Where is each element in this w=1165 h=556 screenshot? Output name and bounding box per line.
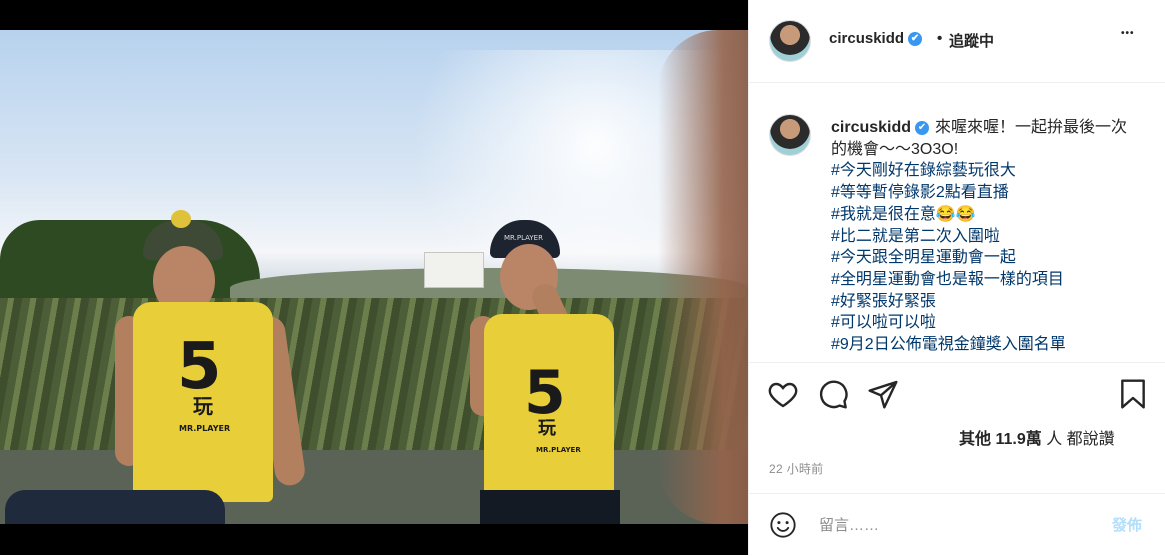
- shorts: [5, 490, 225, 524]
- shirt-glyph: 玩: [193, 394, 213, 418]
- comment-input[interactable]: 留言……: [819, 514, 879, 535]
- bookmark-icon[interactable]: [1117, 378, 1149, 410]
- more-options-icon[interactable]: •••: [1121, 28, 1135, 39]
- hashtag-link[interactable]: #等等暫停錄影2點看直播: [831, 182, 1136, 204]
- avatar[interactable]: [769, 20, 811, 62]
- post-side-panel: circuskidd ✔ • 追蹤中 ••• circuskidd ✔ 來喔來喔！一起…: [748, 0, 1165, 555]
- comment-icon[interactable]: [817, 378, 849, 410]
- hashtag-link[interactable]: #我就是很在意😂😂: [831, 204, 1136, 226]
- verified-badge-icon: ✔: [915, 120, 930, 135]
- hashtag-link[interactable]: #今天剛好在錄綜藝玩很大: [831, 160, 1136, 182]
- heart-icon[interactable]: [767, 378, 799, 410]
- hashtag-link[interactable]: #可以啦可以啦: [831, 312, 1136, 334]
- likes-summary[interactable]: 其他 11.9萬 人 都說讚: [959, 425, 1115, 449]
- cap-text: MR.PLAYER: [504, 234, 543, 242]
- comment-bar: 留言…… 發佈: [749, 493, 1165, 556]
- post-timestamp[interactable]: 22 小時前: [769, 460, 823, 477]
- shirt-glyph: 玩: [538, 418, 556, 439]
- shirt-brand: MR.PLAYER: [179, 424, 231, 433]
- shirt-brand: MR.PLAYER: [536, 446, 581, 454]
- verified-badge-icon: ✔: [908, 32, 923, 47]
- following-button[interactable]: 追蹤中: [949, 30, 994, 51]
- post-media[interactable]: 5 玩 MR.PLAYER MR.PLAYER 5 玩 MR.PLAYER: [0, 0, 748, 555]
- caption-username[interactable]: circuskidd: [831, 119, 911, 136]
- hashtag-link[interactable]: #比二就是第二次入圍啦: [831, 226, 1136, 248]
- post-photo: 5 玩 MR.PLAYER MR.PLAYER 5 玩 MR.PLAYER: [0, 30, 748, 524]
- dot-separator: •: [937, 30, 943, 47]
- hashtag-link[interactable]: #好緊張好緊張: [831, 291, 1136, 313]
- hashtag-link[interactable]: #9月2日公佈電視金鐘獎入圍名單: [831, 334, 1136, 356]
- post-header: circuskidd ✔ • 追蹤中 •••: [749, 0, 1165, 83]
- likes-prefix: 其他: [959, 431, 992, 448]
- yellow-tank-top: 5 玩 MR.PLAYER: [133, 302, 273, 502]
- hashtag-link[interactable]: #全明星運動會也是報一樣的項目: [831, 269, 1136, 291]
- hat-ornament: [171, 210, 191, 228]
- header-username[interactable]: circuskidd ✔: [829, 30, 923, 47]
- caption-avatar[interactable]: [769, 114, 811, 156]
- emoji-icon[interactable]: [769, 511, 797, 539]
- likes-suffix: 人 都說讚: [1046, 431, 1115, 448]
- blurred-finger-foreground: [658, 30, 748, 524]
- yellow-tank-top: 5 玩 MR.PLAYER: [484, 314, 614, 504]
- post-caption: circuskidd ✔ 來喔來喔！一起拚最後一次的機會～～3O3O! #今天剛好在…: [831, 117, 1136, 356]
- hashtag-link[interactable]: #今天跟全明星運動會一起: [831, 247, 1136, 269]
- person-right: MR.PLAYER 5 玩 MR.PLAYER: [470, 220, 640, 524]
- likes-count[interactable]: 11.9萬: [995, 431, 1041, 448]
- username-link[interactable]: circuskidd: [829, 30, 904, 47]
- post-comment-button[interactable]: 發佈: [1112, 514, 1142, 535]
- person-left: 5 玩 MR.PLAYER: [5, 210, 315, 524]
- action-bar: 其他 11.9萬 人 都說讚 22 小時前: [749, 362, 1165, 477]
- share-icon[interactable]: [867, 378, 899, 410]
- pants: [480, 490, 620, 524]
